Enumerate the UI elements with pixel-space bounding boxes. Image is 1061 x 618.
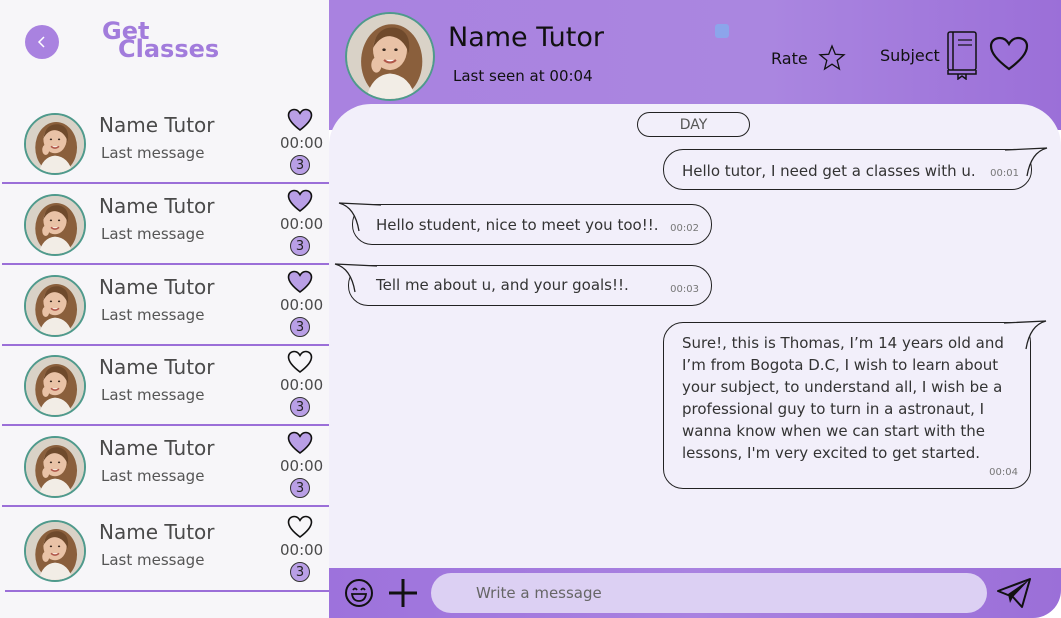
heart-icon[interactable] bbox=[287, 270, 313, 294]
send-button[interactable] bbox=[996, 577, 1032, 614]
star-icon bbox=[817, 44, 846, 71]
contact-list-item[interactable]: Name Tutor Last message 00:00 3 bbox=[0, 184, 329, 265]
avatar[interactable] bbox=[345, 12, 435, 101]
contact-last-message: Last message bbox=[101, 306, 205, 324]
contact-last-message: Last message bbox=[101, 225, 205, 243]
message-bubble-sent[interactable]: Sure!, this is Thomas, I’m 14 years old … bbox=[663, 320, 1047, 489]
avatar bbox=[24, 520, 86, 582]
contact-time: 00:00 bbox=[280, 541, 324, 559]
unread-badge: 3 bbox=[290, 397, 310, 417]
contact-name: Name Tutor bbox=[99, 194, 215, 218]
brand-logo: Get Classes bbox=[102, 19, 220, 63]
avatar bbox=[24, 275, 86, 337]
last-seen-status: Last seen at 00:04 bbox=[453, 67, 593, 85]
unread-badge: 3 bbox=[290, 155, 310, 175]
plus-icon bbox=[389, 579, 417, 607]
contact-list-item[interactable]: Name Tutor Last message 00:00 3 bbox=[0, 345, 329, 426]
message-input[interactable] bbox=[431, 573, 987, 613]
brand-line-2: Classes bbox=[118, 35, 220, 63]
contact-name: Name Tutor bbox=[99, 436, 215, 460]
heart-icon[interactable] bbox=[287, 350, 313, 374]
unread-badge: 3 bbox=[290, 478, 310, 498]
smile-icon bbox=[345, 579, 373, 607]
day-separator: DAY bbox=[637, 112, 750, 137]
heart-icon bbox=[989, 36, 1029, 71]
bubble-tail bbox=[1003, 320, 1047, 350]
rate-button[interactable]: Rate bbox=[771, 44, 846, 72]
contact-name: Name Tutor bbox=[99, 520, 215, 544]
message-text: Sure!, this is Thomas, I’m 14 years old … bbox=[682, 334, 1004, 462]
heart-icon[interactable] bbox=[287, 431, 313, 455]
contact-time: 00:00 bbox=[280, 134, 324, 152]
avatar bbox=[24, 113, 86, 175]
unread-badge: 3 bbox=[290, 562, 310, 582]
contact-time: 00:00 bbox=[280, 376, 324, 394]
contact-list-item[interactable]: Name Tutor Last message 00:00 3 bbox=[0, 103, 329, 184]
avatar bbox=[24, 194, 86, 256]
bubble-tail bbox=[338, 202, 382, 232]
contact-name: Name Tutor bbox=[99, 355, 215, 379]
message-text: Hello tutor, I need get a classes with u… bbox=[682, 162, 976, 180]
contact-time: 00:00 bbox=[280, 457, 324, 475]
message-time: 00:04 bbox=[989, 467, 1018, 478]
chevron-left-icon bbox=[37, 36, 45, 48]
message-text: Tell me about u, and your goals!!. bbox=[376, 276, 629, 294]
avatar bbox=[24, 355, 86, 417]
subject-label: Subject bbox=[880, 45, 940, 65]
contact-last-message: Last message bbox=[101, 467, 205, 485]
divider bbox=[5, 590, 329, 592]
heart-icon[interactable] bbox=[287, 515, 313, 539]
unread-badge: 3 bbox=[290, 236, 310, 256]
message-bubble-received[interactable]: Hello student, nice to meet you too!!. 0… bbox=[338, 202, 712, 245]
contact-list-item[interactable]: Name Tutor Last message 00:00 3 bbox=[0, 426, 329, 507]
contact-name: Name Tutor bbox=[99, 113, 215, 137]
rate-label: Rate bbox=[771, 48, 808, 68]
sidebar: Get Classes Name Tutor Last message 00:00 3… bbox=[0, 0, 329, 618]
message-time: 00:01 bbox=[990, 168, 1019, 179]
contact-list-item[interactable]: Name Tutor Last message 00:00 3 bbox=[0, 265, 329, 346]
contact-last-message: Last message bbox=[101, 144, 205, 162]
unread-badge: 3 bbox=[290, 317, 310, 337]
contact-time: 00:00 bbox=[280, 215, 324, 233]
message-time: 00:03 bbox=[670, 284, 699, 295]
message-text: Hello student, nice to meet you too!!. bbox=[376, 216, 659, 234]
book-icon bbox=[947, 31, 977, 80]
contact-list-item[interactable]: Name Tutor Last message 00:00 3 bbox=[0, 510, 329, 591]
heart-icon[interactable] bbox=[287, 108, 313, 132]
message-bubble-sent[interactable]: Hello tutor, I need get a classes with u… bbox=[663, 147, 1048, 190]
divider bbox=[2, 505, 329, 507]
contact-last-message: Last message bbox=[101, 551, 205, 569]
emoji-button[interactable] bbox=[343, 577, 375, 614]
add-attachment-button[interactable] bbox=[387, 577, 419, 614]
subject-button[interactable]: Subject bbox=[880, 30, 980, 80]
chat-area[interactable]: DAY Hello tutor, I need get a classes wi… bbox=[329, 104, 1061, 574]
back-button[interactable] bbox=[25, 25, 59, 59]
heart-icon[interactable] bbox=[287, 189, 313, 213]
decorative-dot bbox=[715, 24, 729, 38]
send-icon bbox=[997, 578, 1031, 608]
message-bubble-received[interactable]: Tell me about u, and your goals!!. 00:03 bbox=[334, 263, 712, 306]
message-time: 00:02 bbox=[670, 223, 699, 234]
bubble-tail bbox=[334, 263, 378, 293]
contact-last-message: Last message bbox=[101, 386, 205, 404]
favorite-button[interactable] bbox=[989, 36, 1029, 77]
contact-name: Name Tutor bbox=[99, 275, 215, 299]
avatar bbox=[24, 436, 86, 498]
contact-time: 00:00 bbox=[280, 296, 324, 314]
tutor-name: Name Tutor bbox=[448, 22, 604, 53]
composer-bar bbox=[329, 568, 1061, 618]
